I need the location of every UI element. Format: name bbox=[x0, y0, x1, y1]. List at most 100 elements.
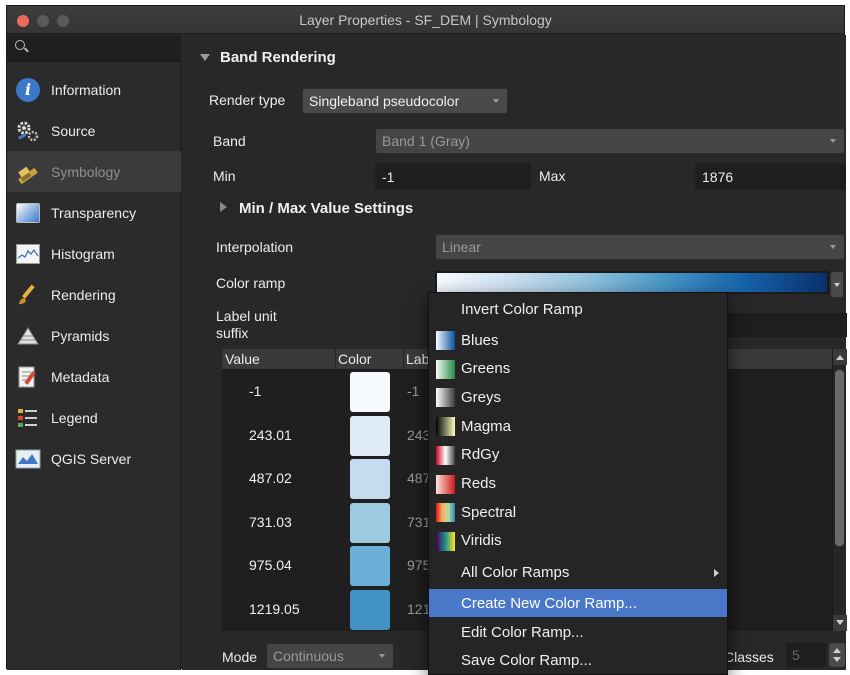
scroll-down-button[interactable] bbox=[833, 615, 847, 631]
classes-stepper[interactable] bbox=[829, 643, 845, 667]
row-color-swatch[interactable] bbox=[350, 372, 390, 412]
collapse-triangle-icon bbox=[200, 54, 210, 61]
column-header-value[interactable]: Value bbox=[225, 351, 260, 367]
menu-item-ramp-rdgy[interactable]: RdGy bbox=[429, 441, 727, 469]
max-input[interactable]: 1876 bbox=[695, 163, 846, 190]
table-vertical-scrollbar[interactable] bbox=[832, 349, 847, 631]
scroll-thumb[interactable] bbox=[835, 370, 844, 546]
rendering-brush-icon bbox=[15, 282, 41, 308]
label-unit-suffix-input[interactable] bbox=[725, 313, 847, 337]
source-gears-icon bbox=[15, 118, 41, 144]
chevron-down-icon bbox=[834, 283, 840, 287]
ramp-swatch-icon bbox=[436, 388, 455, 408]
render-type-label: Render type bbox=[209, 92, 286, 108]
band-select[interactable]: Band 1 (Gray) bbox=[375, 128, 845, 154]
menu-item-ramp-greys[interactable]: Greys bbox=[429, 383, 727, 411]
mode-select[interactable]: Continuous bbox=[266, 643, 394, 669]
sidebar-item-label: Symbology bbox=[51, 163, 121, 180]
sidebar-item-information[interactable]: i Information bbox=[7, 69, 181, 110]
menu-item-invert-color-ramp[interactable]: Invert Color Ramp bbox=[429, 295, 727, 323]
row-color-swatch[interactable] bbox=[350, 502, 390, 543]
min-label: Min bbox=[213, 168, 236, 184]
menu-item-label: Magma bbox=[461, 417, 512, 435]
row-label[interactable]: 975 bbox=[407, 557, 430, 573]
sidebar-item-source[interactable]: Source bbox=[7, 110, 181, 151]
section-title: Band Rendering bbox=[220, 49, 336, 66]
menu-item-label: Blues bbox=[461, 331, 499, 349]
menu-item-label: Invert Color Ramp bbox=[461, 300, 583, 318]
submenu-arrow-icon bbox=[714, 569, 719, 577]
color-ramp-menu-button[interactable] bbox=[830, 271, 844, 298]
column-header-color[interactable]: Color bbox=[338, 351, 371, 367]
menu-item-create-new-color-ramp[interactable]: Create New Color Ramp... bbox=[429, 589, 727, 617]
band-label: Band bbox=[213, 133, 246, 149]
sidebar: i Information Source Symbology Transpare… bbox=[7, 35, 181, 670]
sidebar-item-pyramids[interactable]: Pyramids bbox=[7, 315, 181, 356]
menu-item-label: Save Color Ramp... bbox=[461, 651, 592, 669]
sidebar-item-label: Histogram bbox=[51, 245, 115, 262]
sidebar-item-label: Transparency bbox=[51, 204, 137, 221]
sidebar-item-histogram[interactable]: Histogram bbox=[7, 233, 181, 274]
render-type-select[interactable]: Singleband pseudocolor bbox=[302, 88, 508, 114]
ramp-swatch-icon bbox=[436, 474, 455, 494]
histogram-icon bbox=[15, 241, 41, 267]
band-rendering-header[interactable]: Band Rendering bbox=[182, 49, 336, 66]
menu-item-save-color-ramp[interactable]: Save Color Ramp... bbox=[429, 646, 727, 674]
min-input[interactable]: -1 bbox=[375, 163, 531, 190]
row-color-swatch[interactable] bbox=[350, 546, 390, 586]
sidebar-item-qgis-server[interactable]: QGIS Server bbox=[7, 438, 181, 479]
row-color-swatch[interactable] bbox=[350, 459, 390, 499]
label-unit-suffix-line2: suffix bbox=[216, 325, 249, 341]
menu-item-label: Reds bbox=[461, 475, 497, 492]
menu-item-ramp-magma[interactable]: Magma bbox=[429, 412, 727, 440]
menu-item-ramp-greens[interactable]: Greens bbox=[429, 355, 727, 383]
minmax-settings-header[interactable]: Min / Max Value Settings bbox=[220, 200, 413, 217]
sidebar-item-metadata[interactable]: Metadata bbox=[7, 356, 181, 397]
column-divider bbox=[335, 349, 336, 370]
row-value[interactable]: 975.04 bbox=[249, 557, 292, 573]
scroll-up-button[interactable] bbox=[833, 349, 847, 365]
menu-item-ramp-spectral[interactable]: Spectral bbox=[429, 498, 727, 526]
minmax-settings-title: Min / Max Value Settings bbox=[239, 200, 414, 217]
sidebar-item-rendering[interactable]: Rendering bbox=[7, 274, 181, 315]
menu-item-ramp-blues[interactable]: Blues bbox=[429, 326, 727, 354]
menu-item-all-color-ramps[interactable]: All Color Ramps bbox=[429, 558, 727, 586]
sidebar-item-label: Information bbox=[51, 81, 122, 98]
chevron-down-icon bbox=[830, 139, 836, 143]
menu-item-edit-color-ramp[interactable]: Edit Color Ramp... bbox=[429, 618, 727, 646]
menu-item-label: Greens bbox=[461, 360, 511, 378]
ramp-swatch-icon bbox=[436, 359, 455, 379]
row-value[interactable]: 731.03 bbox=[249, 514, 292, 530]
classes-label: Classes bbox=[724, 649, 774, 665]
expand-triangle-icon bbox=[220, 202, 227, 212]
sidebar-item-label: Legend bbox=[51, 409, 98, 426]
menu-item-ramp-reds[interactable]: Reds bbox=[429, 470, 727, 498]
label-unit-suffix-line1: Label unit bbox=[216, 308, 277, 324]
row-value[interactable]: -1 bbox=[249, 383, 261, 399]
sidebar-item-label: Source bbox=[51, 122, 96, 139]
sidebar-item-legend[interactable]: Legend bbox=[7, 397, 181, 438]
row-label[interactable]: 243 bbox=[407, 427, 430, 443]
title-bar: Layer Properties - SF_DEM | Symbology bbox=[7, 6, 844, 34]
color-ramp-button[interactable] bbox=[435, 271, 829, 294]
row-label[interactable]: -1 bbox=[407, 383, 419, 399]
ramp-swatch-icon bbox=[436, 417, 455, 437]
interpolation-select[interactable]: Linear bbox=[435, 234, 845, 260]
menu-item-label: Edit Color Ramp... bbox=[461, 623, 584, 641]
menu-item-label: Greys bbox=[461, 388, 502, 406]
ramp-swatch-icon bbox=[436, 331, 455, 350]
classes-input[interactable]: 5 bbox=[786, 643, 826, 667]
row-value[interactable]: 1219.05 bbox=[249, 601, 300, 617]
row-value[interactable]: 487.02 bbox=[249, 470, 292, 486]
row-color-swatch[interactable] bbox=[350, 415, 390, 456]
menu-item-label: Spectral bbox=[461, 503, 517, 521]
menu-item-ramp-viridis[interactable]: Viridis bbox=[429, 527, 727, 555]
sidebar-item-symbology[interactable]: Symbology bbox=[7, 151, 181, 192]
row-value[interactable]: 243.01 bbox=[249, 427, 292, 443]
sidebar-item-transparency[interactable]: Transparency bbox=[7, 192, 181, 233]
sidebar-search-input[interactable] bbox=[7, 35, 181, 62]
row-color-swatch[interactable] bbox=[350, 589, 390, 630]
max-label: Max bbox=[539, 168, 566, 184]
row-label[interactable]: 487 bbox=[407, 470, 430, 486]
pyramids-icon bbox=[15, 323, 41, 349]
